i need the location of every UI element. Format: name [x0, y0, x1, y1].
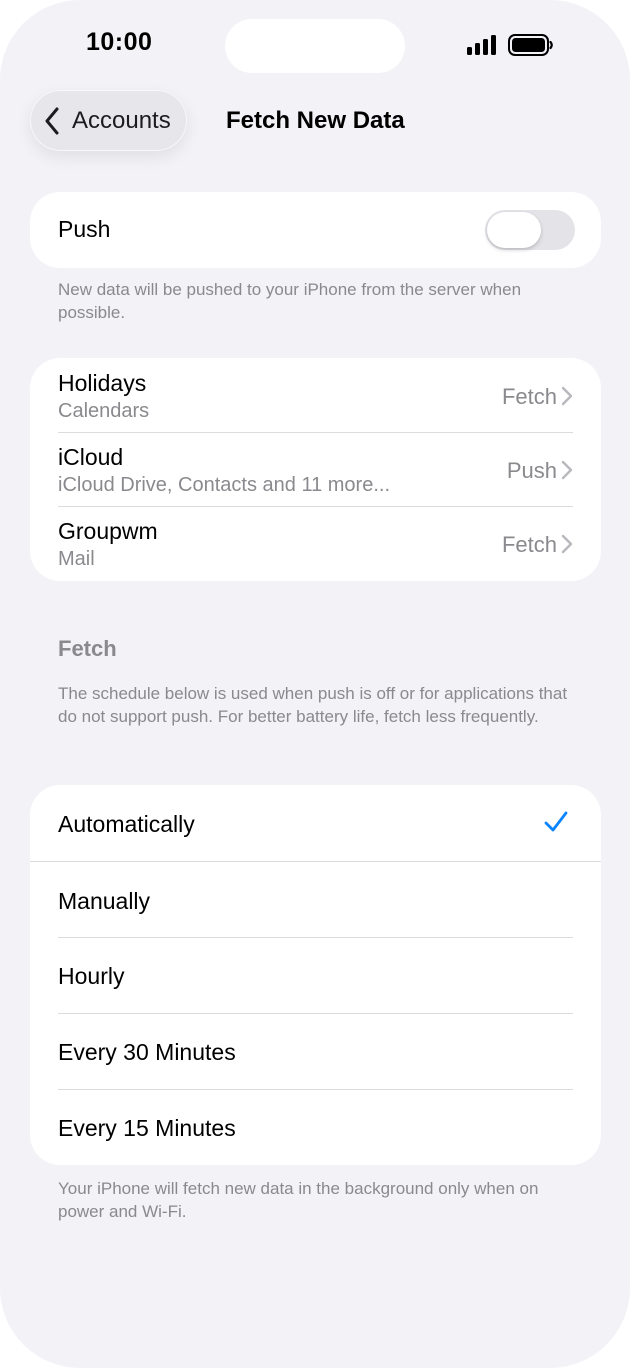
fetch-schedule-list: Automatically Manually Hourly Every 30 M…: [30, 785, 601, 1165]
chevron-right-icon: [561, 534, 573, 554]
account-subtitle: iCloud Drive, Contacts and 11 more...: [58, 474, 391, 496]
push-card: Push: [30, 192, 601, 268]
push-footnote: New data will be pushed to your iPhone f…: [58, 280, 522, 322]
chevron-right-icon: [561, 460, 573, 480]
dynamic-island: [225, 19, 405, 73]
schedule-option-manually[interactable]: Manually: [30, 862, 601, 938]
account-row-icloud[interactable]: iCloud iCloud Drive, Contacts and 11 mor…: [30, 432, 601, 506]
chevron-right-icon: [561, 386, 573, 406]
fetch-description: The schedule below is used when push is …: [58, 684, 568, 726]
account-fetch-value: Fetch: [501, 384, 557, 409]
fetch-section-header: Fetch: [58, 636, 117, 661]
checkmark-icon: [544, 811, 568, 832]
battery-icon: [508, 34, 553, 56]
schedule-option-label: Every 15 Minutes: [58, 1115, 236, 1141]
account-title: Groupwm: [58, 518, 158, 544]
fetch-footnote: Your iPhone will fetch new data in the b…: [58, 1179, 539, 1221]
schedule-option-hourly[interactable]: Hourly: [30, 937, 601, 1013]
schedule-option-label: Manually: [58, 888, 151, 914]
cellular-signal-icon: [467, 33, 499, 55]
schedule-option-label: Automatically: [58, 811, 195, 837]
phone-screen: 10:00 Accounts Fetch New Data Push New d…: [0, 0, 630, 1368]
account-row-groupwm[interactable]: Groupwm Mail Fetch: [30, 506, 601, 580]
push-toggle[interactable]: [485, 210, 575, 250]
schedule-option-label: Hourly: [58, 963, 125, 989]
back-button-label: Accounts: [72, 106, 171, 134]
account-subtitle: Mail: [58, 548, 95, 570]
page-title: Fetch New Data: [226, 107, 405, 134]
account-title: iCloud: [58, 444, 124, 470]
account-subtitle: Calendars: [58, 400, 150, 422]
schedule-option-every-15-minutes[interactable]: Every 15 Minutes: [30, 1089, 601, 1165]
chevron-left-icon: [45, 107, 59, 134]
account-fetch-value: Push: [506, 458, 557, 483]
push-toggle-knob: [487, 212, 541, 248]
status-time: 10:00: [86, 28, 153, 56]
account-row-holidays[interactable]: Holidays Calendars Fetch: [30, 358, 601, 432]
account-title: Holidays: [58, 370, 147, 396]
schedule-option-label: Every 30 Minutes: [58, 1039, 236, 1065]
account-fetch-value: Fetch: [501, 532, 557, 557]
push-label: Push: [58, 216, 111, 242]
back-button[interactable]: Accounts: [30, 90, 187, 151]
schedule-option-automatically[interactable]: Automatically: [30, 785, 601, 861]
schedule-option-every-30-minutes[interactable]: Every 30 Minutes: [30, 1013, 601, 1089]
accounts-list: Holidays Calendars Fetch iCloud iCloud D…: [30, 358, 601, 581]
